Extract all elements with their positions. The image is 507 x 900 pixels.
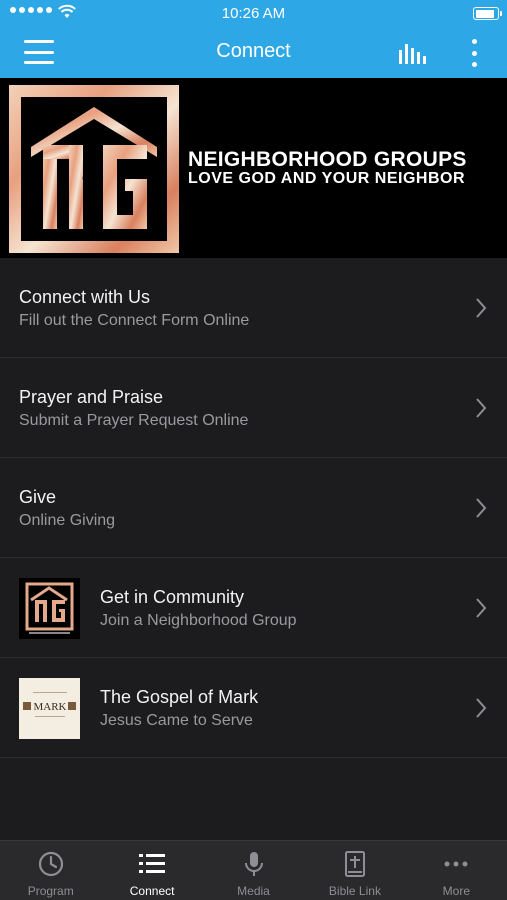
banner-title: NEIGHBORHOOD GROUPS [188,148,467,171]
list-item-subtitle: Join a Neighborhood Group [100,612,297,629]
chevron-right-icon [476,498,487,518]
list-icon [139,854,166,873]
status-time: 10:26 AM [221,5,286,22]
battery-icon [473,7,502,20]
connect-list: Connect with Us Fill out the Connect For… [0,258,507,758]
neighborhood-groups-logo [9,85,179,253]
neighborhood-groups-thumbnail [19,578,80,639]
list-item-title: Prayer and Praise [19,387,164,407]
tab-label: More [442,884,470,898]
list-item-subtitle: Jesus Came to Serve [100,712,253,729]
tab-connect[interactable]: Connect [101,841,202,900]
tab-bar: Program Connect Media Bible Link More [0,840,507,900]
list-item-get-in-community[interactable]: Get in Community Join a Neighborhood Gro… [0,558,507,658]
audio-levels-icon[interactable] [397,40,431,66]
tab-label: Bible Link [328,884,381,898]
thumb-text: MARK [33,701,66,713]
chevron-right-icon [476,598,487,618]
tab-more[interactable]: More [406,841,507,900]
tab-label: Connect [129,884,175,898]
tab-program[interactable]: Program [0,841,101,900]
gospel-of-mark-cover: MARK [19,678,80,739]
neighborhood-groups-banner[interactable]: NEIGHBORHOOD GROUPS LOVE GOD AND YOUR NE… [0,78,507,258]
chevron-right-icon [476,398,487,418]
list-item-give[interactable]: Give Online Giving [0,458,507,558]
clock-icon [38,851,63,877]
list-item-title: The Gospel of Mark [100,687,259,707]
list-item-prayer-and-praise[interactable]: Prayer and Praise Submit a Prayer Reques… [0,358,507,458]
more-options-icon[interactable] [469,39,479,67]
list-item-title: Connect with Us [19,287,151,307]
status-bar: 10:26 AM [0,0,507,28]
chevron-right-icon [476,698,487,718]
list-item-title: Get in Community [100,587,245,607]
list-item-subtitle: Submit a Prayer Request Online [19,412,249,429]
tab-media[interactable]: Media [203,841,304,900]
tab-label: Program [27,884,74,898]
list-item-gospel-of-mark[interactable]: MARK The Gospel of Mark Jesus Came to Se… [0,658,507,758]
list-item-subtitle: Online Giving [19,512,116,529]
tab-label: Media [237,884,270,898]
microphone-icon [244,852,263,876]
list-item-subtitle: Fill out the Connect Form Online [19,312,250,329]
list-item-connect-with-us[interactable]: Connect with Us Fill out the Connect For… [0,258,507,358]
banner-subtitle: LOVE GOD AND YOUR NEIGHBOR [188,170,466,187]
more-dots-icon [444,861,468,867]
bible-icon [344,851,365,877]
chevron-right-icon [476,298,487,318]
nav-bar: Connect [0,28,507,78]
list-item-title: Give [19,487,57,507]
tab-bible-link[interactable]: Bible Link [304,841,405,900]
